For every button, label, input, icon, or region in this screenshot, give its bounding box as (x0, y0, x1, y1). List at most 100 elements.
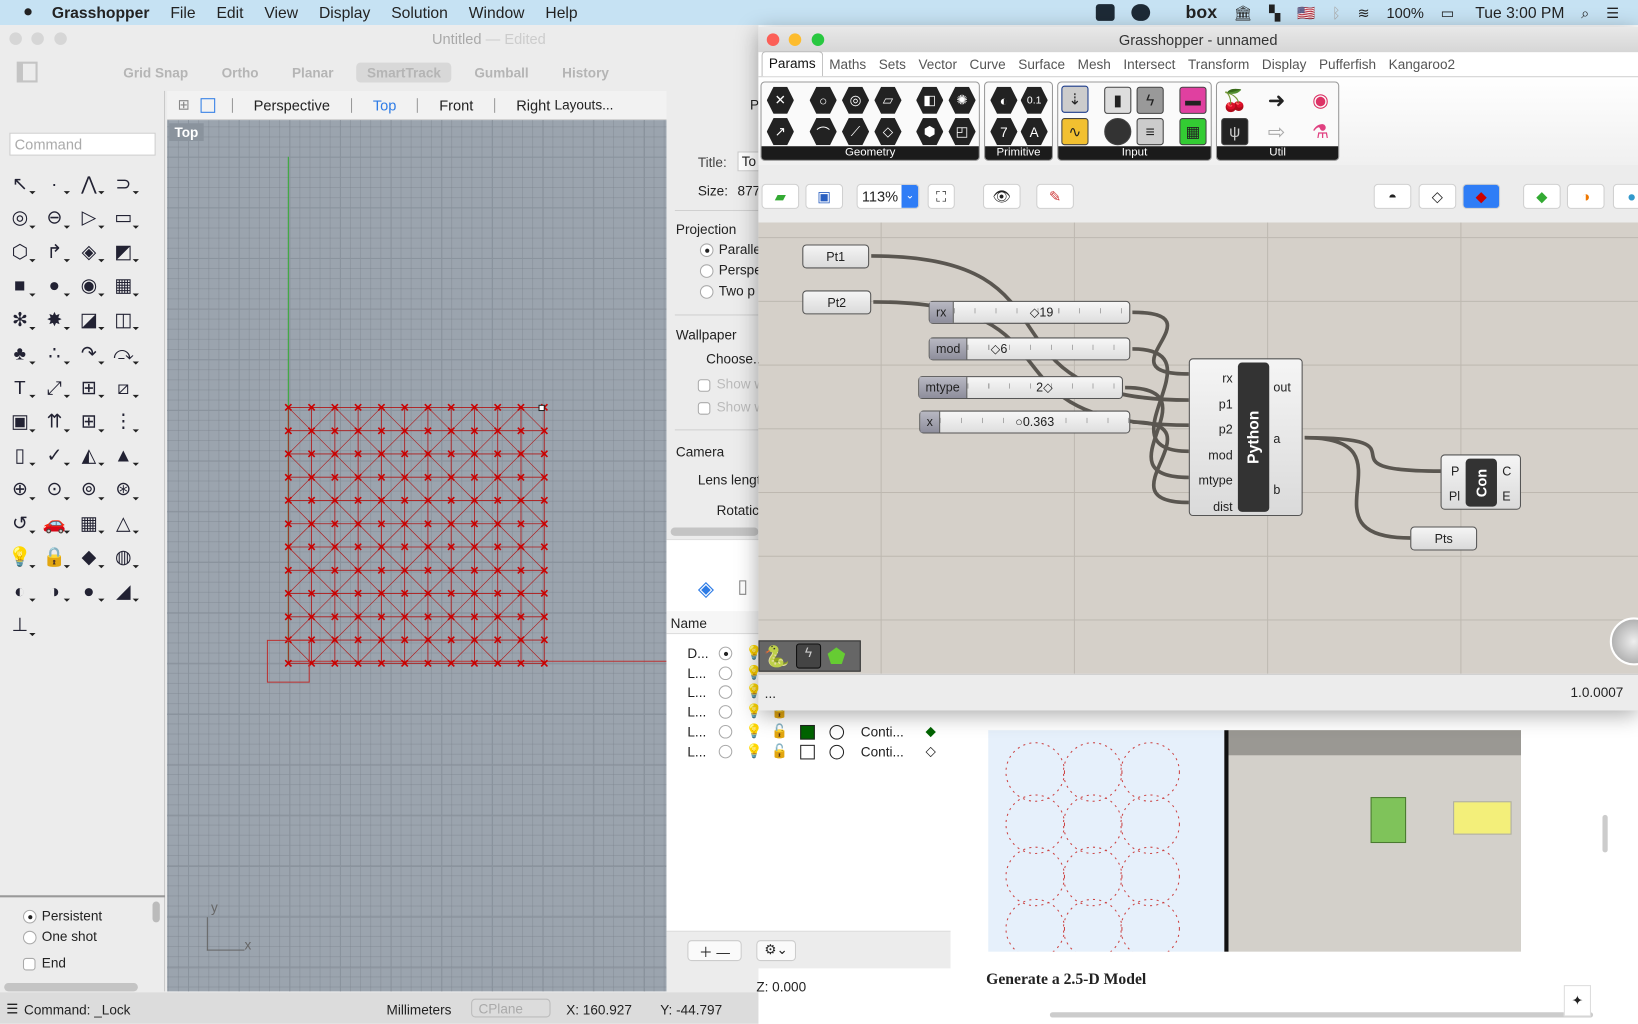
slider-widget-icon[interactable]: ϟ (796, 643, 821, 668)
tool-button[interactable]: ⊞ (75, 374, 102, 401)
gh-zoom-button[interactable] (812, 33, 825, 46)
tool-button[interactable]: ▯ (6, 442, 33, 469)
tool-button[interactable]: ◪ (75, 306, 102, 333)
output-b[interactable]: b (1273, 483, 1280, 498)
gh-tab-display[interactable]: Display (1256, 56, 1313, 76)
text-param-icon[interactable]: A (1021, 118, 1048, 145)
preview-selected-icon[interactable]: ◆ (1523, 184, 1561, 209)
cloud-upload-icon[interactable] (1131, 4, 1150, 21)
field-param-icon[interactable]: ⬢ (916, 118, 943, 145)
layers-icon[interactable]: ◈ (698, 576, 714, 602)
matrix-input-icon[interactable]: ▦ (1179, 118, 1206, 145)
slider-x[interactable]: x○0.363 (919, 411, 1130, 434)
layer-name-header[interactable]: Name (671, 615, 707, 631)
tool-button[interactable]: ✓ (41, 442, 68, 469)
menu-solution[interactable]: Solution (391, 4, 448, 22)
sketch-icon[interactable]: ✎ (1036, 184, 1074, 209)
vector-param-icon[interactable]: ↗ (767, 118, 794, 145)
object-icon[interactable]: ◉ (1307, 87, 1334, 114)
panel-input-icon[interactable]: ⇣ (1061, 86, 1088, 113)
tool-button[interactable]: △ (110, 510, 137, 537)
gh-tab-kangaroo2[interactable]: Kangaroo2 (1382, 56, 1461, 76)
tool-button[interactable]: ▷ (75, 204, 102, 231)
tool-button[interactable]: ↷ (75, 340, 102, 367)
line-param-icon[interactable]: ⟋ (842, 118, 869, 145)
output-c[interactable]: C (1502, 464, 1511, 479)
tool-button[interactable]: ⤼ (110, 340, 137, 367)
tool-button[interactable]: ↖ (6, 170, 33, 197)
bank-icon[interactable]: 🏛 (1234, 4, 1253, 22)
pt1-param[interactable]: Pt1 (802, 244, 869, 268)
input-mtype[interactable]: mtype (1199, 468, 1233, 494)
tool-button[interactable]: ◉ (75, 272, 102, 299)
tool-button[interactable]: ♣ (6, 340, 33, 367)
zoom-select[interactable]: 113%⌄ (857, 184, 920, 209)
kangaroo-icon[interactable]: ⬟ (827, 643, 845, 669)
python-component[interactable]: rxp1p2modmtypedist Python out a b (1189, 358, 1303, 516)
menu-view[interactable]: View (264, 4, 298, 22)
output-out[interactable]: out (1273, 380, 1290, 395)
light-bulb-icon[interactable]: 💡 (746, 723, 763, 740)
print-color-diamond-icon[interactable]: ◆ (926, 723, 936, 740)
open-file-icon[interactable]: ▰ (762, 184, 800, 209)
tool-button[interactable]: ◐ (6, 578, 33, 605)
tool-button[interactable]: ⊕ (6, 476, 33, 503)
gh-canvas[interactable]: Pt1 Pt2 rx◇19 mod◇6 mtype2◇ x○0.363 rxp1… (758, 223, 1638, 674)
wifi-icon[interactable]: ≋ (1357, 4, 1369, 22)
value-list-icon[interactable]: ≡ (1137, 118, 1164, 145)
slider-mod[interactable]: mod◇6 (929, 337, 1131, 360)
layer-row[interactable]: L... 💡 🔓 Conti... ◇ (666, 742, 950, 761)
material-circle[interactable] (829, 744, 844, 759)
projection-two-point[interactable]: Two p (700, 283, 755, 299)
tool-button[interactable]: · (41, 170, 68, 197)
tool-button[interactable]: ∴ (41, 340, 68, 367)
current-layer-radio[interactable] (719, 647, 733, 661)
gh-tab-params[interactable]: Params (762, 51, 823, 76)
surface2-param-icon[interactable]: ◰ (949, 118, 976, 145)
layouts-button[interactable]: Layouts... (555, 97, 614, 113)
box-icon[interactable]: box (1186, 2, 1218, 23)
input-mod[interactable]: mod (1199, 442, 1233, 468)
input-p[interactable]: P (1451, 464, 1459, 479)
gh-tab-curve[interactable]: Curve (963, 56, 1012, 76)
gh-tab-surface[interactable]: Surface (1012, 56, 1071, 76)
toggle-ortho[interactable]: Ortho (211, 62, 269, 82)
toggle-input-icon[interactable]: ▮ (1104, 87, 1131, 114)
input-rx[interactable]: rx (1199, 366, 1233, 392)
layer-name[interactable]: L... (687, 665, 706, 681)
gh-tab-sets[interactable]: Sets (872, 56, 912, 76)
tool-button[interactable]: ▦ (75, 510, 102, 537)
tool-button[interactable]: ⊞ (75, 408, 102, 435)
tool-button[interactable]: ⋀ (75, 170, 102, 197)
layer-name[interactable]: L... (687, 685, 706, 701)
projection-perspective[interactable]: Perspe (700, 262, 758, 278)
tool-button[interactable]: ▦ (110, 272, 137, 299)
command-input[interactable]: Command (9, 133, 155, 156)
lock-icon[interactable]: 🔓 (771, 742, 788, 759)
tool-button[interactable]: ↱ (41, 238, 68, 265)
circle-param-icon[interactable]: ○ (810, 87, 837, 114)
gh-tab-pufferfish[interactable]: Pufferfish (1313, 56, 1383, 76)
slider-mtype[interactable]: mtype2◇ (918, 376, 1123, 399)
preview-mesh-icon[interactable]: ◑ (1567, 184, 1605, 209)
print-color-diamond-icon[interactable]: ◇ (926, 742, 936, 759)
gh-close-button[interactable] (767, 33, 780, 46)
arrow-outline-icon[interactable]: ⇨ (1263, 118, 1290, 145)
con-component[interactable]: P Pl Con C E (1441, 454, 1521, 509)
tool-button[interactable]: 🔒 (41, 544, 68, 571)
tool-button[interactable]: ◑ (41, 578, 68, 605)
graph-mapper-icon[interactable]: ∿ (1061, 118, 1088, 145)
doc-scrollbar[interactable] (1602, 815, 1607, 853)
current-layer-radio[interactable] (719, 725, 733, 739)
zoom-icon[interactable] (1096, 4, 1115, 21)
tool-button[interactable]: ✸ (41, 306, 68, 333)
gh-minimize-button[interactable] (789, 33, 802, 46)
menu-display[interactable]: Display (319, 4, 370, 22)
preview-off-icon[interactable]: ◓ (1374, 184, 1412, 209)
show-wallpaper-checkbox[interactable]: Show w (698, 376, 759, 392)
layer-name[interactable]: L... (687, 743, 706, 759)
input-p1[interactable]: p1 (1199, 391, 1233, 417)
arc-param-icon[interactable]: ⌒ (810, 118, 837, 145)
tool-button[interactable]: ◩ (110, 238, 137, 265)
menu-edit[interactable]: Edit (216, 4, 243, 22)
